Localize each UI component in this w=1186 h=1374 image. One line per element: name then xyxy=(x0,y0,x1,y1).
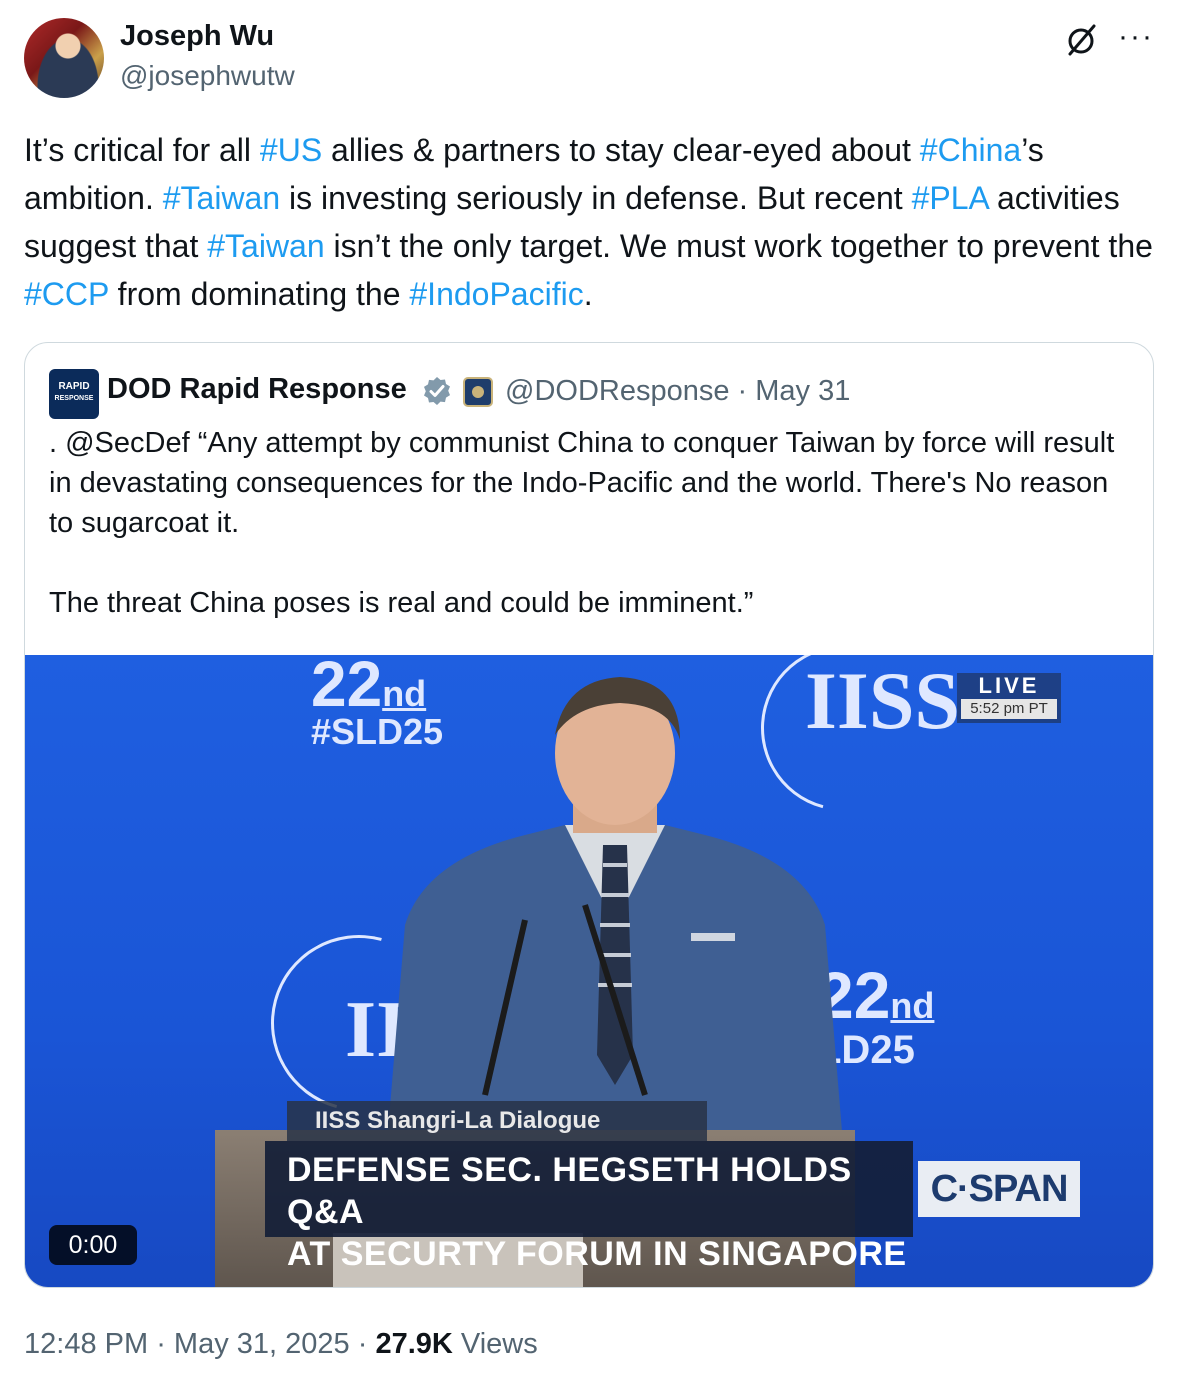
logo-line-1: RAPID xyxy=(58,381,90,392)
tweet-text-segment: isn’t the only target. We must work toge… xyxy=(324,228,1153,264)
headline-line-2: AT SECURTY FORUM IN SINGAPORE xyxy=(287,1235,907,1273)
author-avatar[interactable] xyxy=(24,18,104,98)
quoted-handle-line: @DODResponse · May 31 xyxy=(505,375,850,408)
footer-sep-2: · xyxy=(349,1328,376,1360)
tweet-text-segment: allies & partners to stay clear-eyed abo… xyxy=(322,132,920,168)
quoted-paragraph-1: . @SecDef “Any attempt by communist Chin… xyxy=(49,427,1115,539)
more-icon[interactable]: ··· xyxy=(1118,20,1154,54)
logo-line-2: RESPONSE xyxy=(54,395,94,402)
video-timecode[interactable]: 0:00 xyxy=(49,1225,137,1265)
video-player[interactable]: 22nd #SLD25 IISS LIVE 5:52 pm PT II 22nd… xyxy=(25,655,1153,1287)
hashtag-link[interactable]: #Taiwan xyxy=(163,180,280,216)
live-time: 5:52 pm PT xyxy=(961,699,1057,719)
news-lower-third: DEFENSE SEC. HEGSETH HOLDS Q&A AT SECURT… xyxy=(265,1141,913,1273)
quoted-date[interactable]: May 31 xyxy=(755,375,850,407)
rapid-response-logo[interactable]: RAPID RESPONSE xyxy=(49,369,99,419)
tweet-footer: 12:48 PM · May 31, 2025 · 27.9K Views xyxy=(24,1328,538,1361)
hashtag-link[interactable]: #Taiwan xyxy=(207,228,324,264)
quoted-text: . @SecDef “Any attempt by communist Chin… xyxy=(49,423,1139,623)
tweet-text-segment: from dominating the xyxy=(108,276,410,312)
grok-icon[interactable] xyxy=(1064,22,1100,58)
tweet-text-segment: . xyxy=(583,276,593,312)
live-indicator: LIVE 5:52 pm PT xyxy=(957,673,1061,723)
hashtag-link[interactable]: #China xyxy=(920,132,1021,168)
hashtag-link[interactable]: #IndoPacific xyxy=(409,276,583,312)
hashtag-link[interactable]: #PLA xyxy=(912,180,989,216)
tweet-text-segment: It’s critical for all xyxy=(24,132,260,168)
affiliation-badge-icon[interactable] xyxy=(463,377,493,407)
quoted-paragraph-2: The threat China poses is real and could… xyxy=(49,587,754,619)
quoted-author-name[interactable]: DOD Rapid Response xyxy=(107,373,407,406)
author-handle[interactable]: @josephwutw xyxy=(120,60,295,92)
verified-badge-icon xyxy=(424,377,450,405)
footer-sep-1: · xyxy=(148,1328,174,1360)
tweet-date[interactable]: May 31, 2025 xyxy=(174,1328,350,1360)
tweet-time[interactable]: 12:48 PM xyxy=(24,1328,148,1360)
quoted-handle[interactable]: @DODResponse xyxy=(505,375,729,407)
lectern-label: IISS Shangri-La Dialogue xyxy=(287,1101,707,1141)
views-count[interactable]: 27.9K xyxy=(375,1328,452,1360)
views-label: Views xyxy=(452,1328,538,1360)
sld-suffix-mid: nd xyxy=(890,985,935,1026)
hashtag-link[interactable]: #US xyxy=(260,132,322,168)
handle-separator: · xyxy=(729,375,756,407)
tweet-text-segment: is investing seriously in defense. But r… xyxy=(280,180,912,216)
tweet-text: It’s critical for all #US allies & partn… xyxy=(24,126,1164,318)
cspan-logo: C·SPAN xyxy=(918,1161,1080,1217)
headline-line-1: DEFENSE SEC. HEGSETH HOLDS Q&A xyxy=(287,1151,852,1231)
live-label: LIVE xyxy=(978,673,1040,698)
tweet-header: Joseph Wu @josephwutw ··· xyxy=(24,18,1162,102)
quoted-tweet[interactable]: RAPID RESPONSE DOD Rapid Response @DODRe… xyxy=(24,342,1154,1288)
hashtag-link[interactable]: #CCP xyxy=(24,276,109,312)
author-name[interactable]: Joseph Wu xyxy=(120,20,274,53)
